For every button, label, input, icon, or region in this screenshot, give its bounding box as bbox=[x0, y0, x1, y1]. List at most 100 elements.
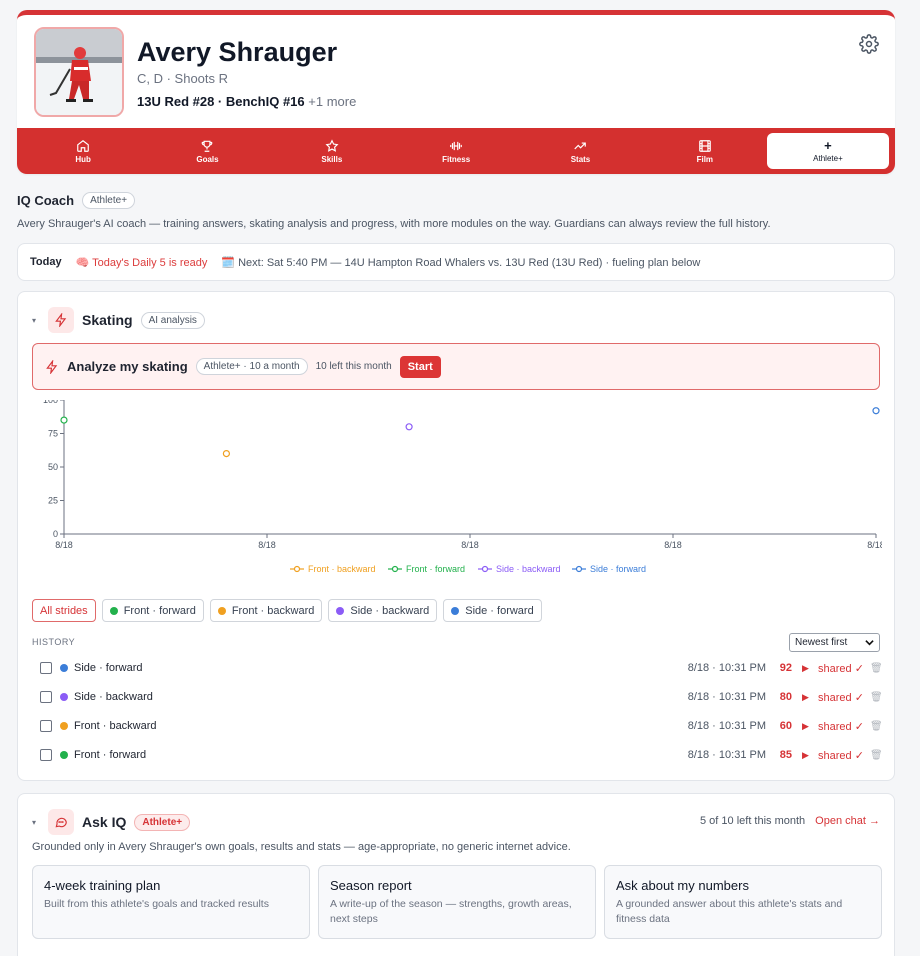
filter-chip[interactable]: Front · forward bbox=[101, 599, 204, 622]
row-checkbox[interactable] bbox=[40, 720, 52, 732]
athlete-nav-bar: Hub Goals Skills Fitness Stats Film + At… bbox=[17, 128, 895, 174]
color-dot bbox=[217, 606, 226, 615]
ask-iq-tiles: 4-week training plan Built from this ath… bbox=[32, 865, 882, 939]
start-analysis-button[interactable]: Start bbox=[399, 355, 441, 378]
legend-item[interactable]: Side · backward bbox=[478, 564, 561, 574]
next-game-info[interactable]: 🗓️ Next: Sat 5:40 PM — 14U Hampton Road … bbox=[221, 256, 700, 269]
y-tick-label: 25 bbox=[48, 496, 58, 506]
tile-ask-numbers[interactable]: Ask about my numbers A grounded answer a… bbox=[604, 865, 882, 939]
lightning-icon bbox=[46, 359, 58, 374]
filter-chip[interactable]: Side · forward bbox=[443, 599, 542, 622]
delete-icon[interactable]: 🗑 bbox=[870, 692, 883, 703]
legend-marker bbox=[575, 565, 583, 573]
row-timestamp: 8/18 · 10:31 PM bbox=[687, 662, 766, 674]
filter-chip-label: Side · backward bbox=[350, 604, 430, 617]
nav-athlete-plus[interactable]: + Athlete+ bbox=[766, 133, 889, 169]
play-icon[interactable]: ▶ bbox=[802, 721, 812, 732]
x-tick-label: 8/18 bbox=[664, 540, 682, 550]
row-checkbox[interactable] bbox=[40, 749, 52, 761]
shared-status[interactable]: shared ✓ bbox=[818, 662, 866, 675]
legend-item[interactable]: Front · forward bbox=[388, 564, 465, 574]
stride-label: Front · forward bbox=[74, 749, 147, 761]
shared-status[interactable]: shared ✓ bbox=[818, 749, 866, 762]
nav-hub[interactable]: Hub bbox=[21, 133, 145, 169]
analyze-title: Analyze my skating bbox=[67, 359, 188, 374]
stride-label: Front · backward bbox=[74, 720, 157, 732]
data-point[interactable] bbox=[872, 407, 880, 415]
ask-left-count: 5 of 10 left this month bbox=[700, 815, 806, 827]
ask-iq-header[interactable]: ▾ Ask IQ Athlete+ bbox=[32, 809, 191, 835]
delete-icon[interactable]: 🗑 bbox=[870, 663, 883, 674]
row-timestamp: 8/18 · 10:31 PM bbox=[687, 720, 766, 732]
color-dot bbox=[60, 664, 68, 672]
skating-score-chart: 0 25 50 75 100 8/18 8/18 8/18 8/18 8/18 Front · ba… bbox=[43, 400, 882, 574]
athlete-plus-badge: Athlete+ bbox=[134, 813, 191, 831]
filter-chip[interactable]: All strides bbox=[32, 599, 96, 622]
filter-chip-label: Side · forward bbox=[465, 604, 534, 617]
history-row[interactable]: Side · forward 8/18 · 10:31 PM 92 ▶ shared ✓… bbox=[40, 658, 883, 678]
x-tick-label: 8/18 bbox=[867, 540, 882, 550]
collapse-caret-icon[interactable]: ▾ bbox=[32, 818, 40, 827]
legend-marker bbox=[391, 565, 399, 573]
nav-stats-label: Stats bbox=[570, 154, 591, 164]
athlete-position: C, D · Shoots R bbox=[137, 71, 229, 86]
data-point[interactable] bbox=[222, 449, 230, 458]
row-timestamp: 8/18 · 10:31 PM bbox=[687, 691, 766, 703]
play-icon[interactable]: ▶ bbox=[802, 663, 812, 674]
nav-skills[interactable]: Skills bbox=[270, 133, 394, 169]
film-icon bbox=[698, 139, 711, 152]
data-point[interactable] bbox=[405, 423, 413, 431]
iq-coach-description: Avery Shrauger's AI coach — training ans… bbox=[17, 218, 771, 230]
teams-more-link[interactable]: +1 more bbox=[308, 94, 356, 109]
stride-name: Front · forward bbox=[60, 749, 686, 761]
nav-goals[interactable]: Goals bbox=[145, 133, 269, 169]
legend-item[interactable]: Side · forward bbox=[572, 564, 646, 574]
nav-goals-label: Goals bbox=[196, 154, 219, 164]
play-icon[interactable]: ▶ bbox=[802, 692, 812, 703]
y-tick-label: 75 bbox=[48, 429, 58, 439]
gear-icon[interactable] bbox=[859, 34, 879, 54]
tile-description: A grounded answer about this athlete's s… bbox=[616, 898, 843, 925]
lightning-icon bbox=[55, 313, 67, 327]
collapse-caret-icon[interactable]: ▾ bbox=[32, 316, 40, 325]
sort-select[interactable]: Newest first bbox=[789, 633, 880, 652]
athlete-avatar[interactable] bbox=[34, 27, 124, 117]
history-label: HISTORY bbox=[32, 637, 76, 647]
today-label: Today bbox=[30, 256, 62, 268]
shared-status[interactable]: shared ✓ bbox=[818, 691, 866, 704]
color-dot bbox=[109, 606, 118, 615]
color-dot bbox=[451, 606, 460, 615]
stride-name: Front · backward bbox=[60, 720, 686, 732]
history-row[interactable]: Front · backward 8/18 · 10:31 PM 60 ▶ shared… bbox=[40, 716, 883, 736]
row-checkbox[interactable] bbox=[40, 691, 52, 703]
nav-stats[interactable]: Stats bbox=[518, 133, 642, 169]
tile-training-plan[interactable]: 4-week training plan Built from this ath… bbox=[32, 865, 310, 939]
delete-icon[interactable]: 🗑 bbox=[870, 750, 883, 761]
y-tick-label: 0 bbox=[53, 529, 58, 539]
legend-label: Side · forward bbox=[590, 564, 646, 574]
legend-label: Front · forward bbox=[406, 564, 465, 574]
shared-status[interactable]: shared ✓ bbox=[818, 720, 866, 733]
daily-five-link[interactable]: 🧠 Today's Daily 5 is ready bbox=[76, 256, 208, 269]
row-checkbox[interactable] bbox=[40, 662, 52, 674]
delete-icon[interactable]: 🗑 bbox=[870, 721, 883, 732]
chat-icon bbox=[55, 817, 67, 828]
nav-film[interactable]: Film bbox=[643, 133, 767, 169]
legend-label: Side · backward bbox=[496, 564, 561, 574]
nav-skills-label: Skills bbox=[321, 154, 343, 164]
history-row[interactable]: Front · forward 8/18 · 10:31 PM 85 ▶ shared … bbox=[40, 745, 883, 765]
legend-item[interactable]: Front · backward bbox=[290, 564, 376, 574]
ask-icon-box bbox=[48, 809, 74, 835]
data-point[interactable] bbox=[60, 416, 68, 424]
nav-fitness[interactable]: Fitness bbox=[394, 133, 518, 169]
color-dot bbox=[60, 693, 68, 701]
history-row[interactable]: Side · backward 8/18 · 10:31 PM 80 ▶ shared … bbox=[40, 687, 883, 707]
open-chat-link[interactable]: Open chat → bbox=[815, 815, 880, 827]
row-score: 85 bbox=[779, 749, 792, 761]
skating-header[interactable]: ▾ Skating AI analysis bbox=[32, 307, 205, 333]
play-icon[interactable]: ▶ bbox=[802, 750, 812, 761]
filter-chip[interactable]: Side · backward bbox=[328, 599, 438, 622]
tile-season-report[interactable]: Season report A write-up of the season —… bbox=[318, 865, 596, 939]
filter-chip[interactable]: Front · backward bbox=[209, 599, 323, 622]
star-icon bbox=[325, 138, 339, 152]
